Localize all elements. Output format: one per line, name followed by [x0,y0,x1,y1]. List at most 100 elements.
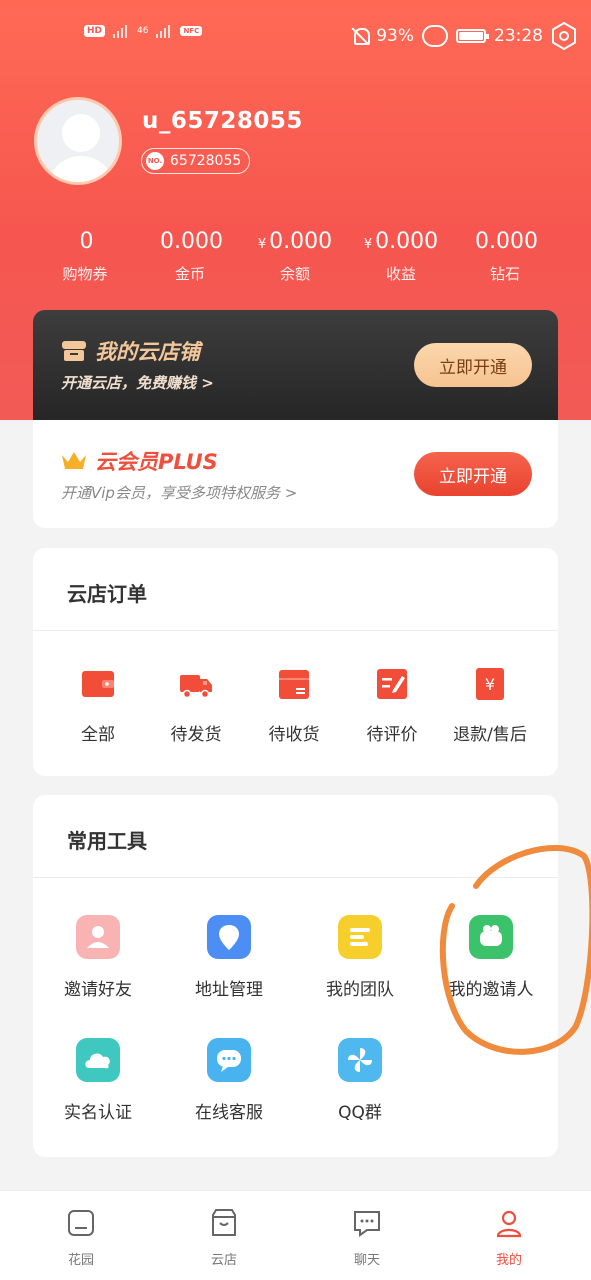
open-store-button[interactable]: 立即开通 [414,343,532,387]
vip-card-subtitle[interactable]: 开通Vip会员，享受多项特权服务 > [61,482,297,503]
divider [33,630,558,631]
tab-label: 我的 [495,1253,522,1268]
tool-label: 地址管理 [195,980,263,1000]
tab-label: 云店 [210,1253,237,1268]
tab-chat[interactable]: 聊天 [317,1207,417,1268]
username: u_65728055 [142,108,303,134]
tool-my-team[interactable]: 我的团队 [295,915,425,1000]
stat-value: 0.000 [160,229,223,254]
avatar-body-shape [47,156,115,182]
invite-friend-icon [76,915,120,959]
cloud-icon [76,1038,120,1082]
package-icon [279,670,309,699]
tab-garden[interactable]: 花园 [31,1207,131,1268]
edit-icon [377,669,407,699]
stat-value: 0.000 [269,229,333,254]
tool-label: QQ群 [338,1103,382,1123]
tool-label: 邀请好友 [64,980,132,1000]
settings-hex-icon[interactable] [551,21,577,51]
tool-label: 在线客服 [195,1103,263,1123]
user-id-value: 65728055 [170,153,242,169]
hd-chip: HD [84,25,106,37]
tool-invite-friends[interactable]: 邀请好友 [33,915,163,1000]
tool-label: 我的团队 [326,980,394,1000]
tool-my-inviter[interactable]: 我的邀请人 [426,915,556,1000]
tool-qq-group[interactable]: QQ群 [295,1038,425,1123]
svg-text:¥: ¥ [485,675,495,694]
battery-percent: 93% [376,26,414,46]
avatar[interactable] [34,97,122,185]
clock: 23:28 [494,26,543,46]
stat-balance[interactable]: ¥0.000 余额 [240,228,350,284]
status-right: 93% 23:28 [352,21,577,51]
order-to-ship[interactable]: 待发货 [147,666,245,745]
tools-title: 常用工具 [67,829,147,853]
signal-icon [113,24,129,38]
bell-off-icon [352,27,371,45]
order-label: 待收货 [268,725,320,745]
inviter-icon [469,915,513,959]
order-label: 全部 [81,725,115,745]
tool-label: 我的邀请人 [448,980,534,1000]
tool-label: 实名认证 [64,1103,132,1123]
store-card-title: 我的云店铺 [95,340,200,364]
team-icon [338,915,382,959]
location-icon [207,915,251,959]
profile-icon [496,1210,522,1238]
refund-icon: ¥ [476,668,504,700]
avatar-head-shape [62,114,100,152]
id-number-icon: NO. [146,152,164,170]
garden-icon [68,1210,94,1236]
truck-icon [180,675,212,699]
order-to-review[interactable]: 待评价 [343,666,441,745]
tab-cloud-store[interactable]: 云店 [174,1207,274,1268]
chat-tab-icon [354,1211,380,1237]
status-bar: HD 46 NFC 93% 23:28 [0,18,591,54]
open-vip-button[interactable]: 立即开通 [414,452,532,496]
order-label: 退款/售后 [453,725,527,745]
battery-icon [456,29,489,43]
status-left: HD 46 NFC [84,24,203,38]
order-label: 待评价 [366,725,418,745]
chat-icon [207,1038,251,1082]
stat-gold-coins[interactable]: 0.000 金币 [135,228,245,284]
cloud-store-card[interactable]: 我的云店铺 开通云店，免费赚钱 > 立即开通 [33,310,558,420]
tab-label: 花园 [67,1253,94,1268]
stat-value: 0.000 [475,229,538,254]
order-refund[interactable]: ¥ 退款/售后 [441,666,539,745]
stat-label: 钻石 [489,265,520,283]
tool-online-support[interactable]: 在线客服 [164,1038,294,1123]
stat-label: 收益 [385,265,416,283]
wallet-icon [82,671,114,697]
vip-plus-card[interactable]: 云会员PLUS 开通Vip会员，享受多项特权服务 > 立即开通 [33,420,558,528]
pinwheel-icon [338,1038,382,1082]
user-id-pill[interactable]: NO. 65728055 [141,148,251,174]
stat-label: 余额 [279,265,310,283]
message-bubble-icon[interactable] [422,25,448,47]
store-icon [212,1209,236,1236]
tools-panel: 常用工具 邀请好友 地址管理 我的团队 我的邀请人 实名认证 在线客服 QQ群 [33,795,558,1157]
stat-diamonds[interactable]: 0.000 钻石 [450,228,560,284]
stat-currency: ¥ [363,237,373,252]
orders-panel: 云店订单 全部 待发货 待收货 待评价 ¥ 退款/售后 [33,548,558,776]
tab-label: 聊天 [353,1253,380,1268]
stat-earnings[interactable]: ¥0.000 收益 [346,228,456,284]
divider [33,877,558,878]
store-card-subtitle[interactable]: 开通云店，免费赚钱 > [61,372,214,393]
tab-mine[interactable]: 我的 [459,1207,559,1268]
stat-coupon[interactable]: 0 购物券 [30,228,140,284]
tool-real-name-auth[interactable]: 实名认证 [33,1038,163,1123]
orders-title: 云店订单 [67,582,147,606]
tool-address-management[interactable]: 地址管理 [164,915,294,1000]
nfc-chip-icon: NFC [180,26,203,36]
vip-card-title: 云会员PLUS [95,450,218,474]
stat-label: 购物券 [62,265,108,283]
stat-value: 0.000 [375,229,439,254]
order-to-receive[interactable]: 待收货 [245,666,343,745]
crown-icon [62,452,86,469]
stat-label: 金币 [174,265,205,283]
order-all[interactable]: 全部 [49,666,147,745]
shop-icon [62,341,86,361]
bottom-tab-bar: 花园 云店 聊天 我的 [0,1190,591,1280]
stat-value: 0 [79,229,94,254]
